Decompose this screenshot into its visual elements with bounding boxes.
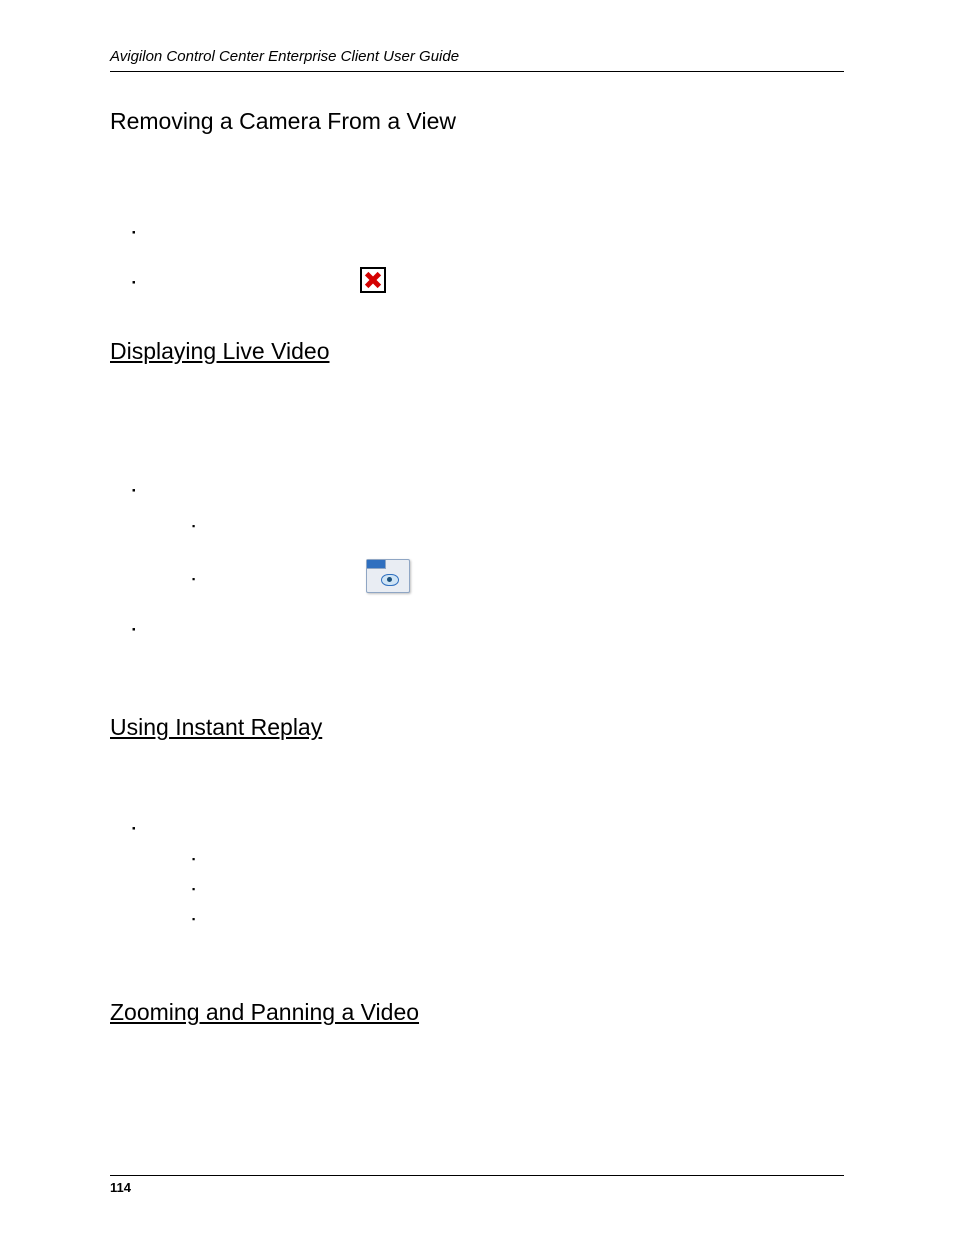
instant-replay-sublist bbox=[192, 849, 844, 929]
section-intro-space bbox=[110, 391, 844, 477]
list-item bbox=[192, 909, 844, 929]
section-intro-space bbox=[110, 167, 844, 207]
close-icon-slot bbox=[360, 267, 386, 298]
list-item bbox=[132, 815, 844, 843]
remove-camera-list bbox=[132, 219, 844, 298]
heading-zooming-panning: Zooming and Panning a Video bbox=[110, 999, 844, 1026]
running-header: Avigilon Control Center Enterprise Clien… bbox=[110, 48, 844, 65]
eye-icon bbox=[366, 559, 410, 593]
list-item bbox=[192, 511, 844, 541]
document-page: Avigilon Control Center Enterprise Clien… bbox=[0, 0, 954, 1235]
list-item bbox=[192, 559, 844, 598]
list-item bbox=[132, 616, 844, 644]
list-item bbox=[192, 849, 844, 869]
page-number: 114 bbox=[110, 1180, 844, 1195]
list-item bbox=[132, 267, 844, 298]
close-icon bbox=[360, 267, 386, 293]
live-video-list bbox=[132, 477, 844, 644]
footer-rule bbox=[110, 1175, 844, 1176]
section-intro-space bbox=[110, 767, 844, 815]
instant-replay-list bbox=[132, 815, 844, 929]
page-footer: 114 bbox=[110, 1175, 844, 1195]
list-item bbox=[132, 477, 844, 505]
live-video-sublist bbox=[192, 511, 844, 598]
list-item bbox=[132, 219, 844, 247]
heading-displaying-live-video: Displaying Live Video bbox=[110, 338, 844, 365]
list-item bbox=[192, 879, 844, 899]
header-rule bbox=[110, 71, 844, 72]
live-icon-slot bbox=[366, 559, 410, 598]
heading-removing-camera: Removing a Camera From a View bbox=[110, 108, 844, 135]
heading-instant-replay: Using Instant Replay bbox=[110, 714, 844, 741]
